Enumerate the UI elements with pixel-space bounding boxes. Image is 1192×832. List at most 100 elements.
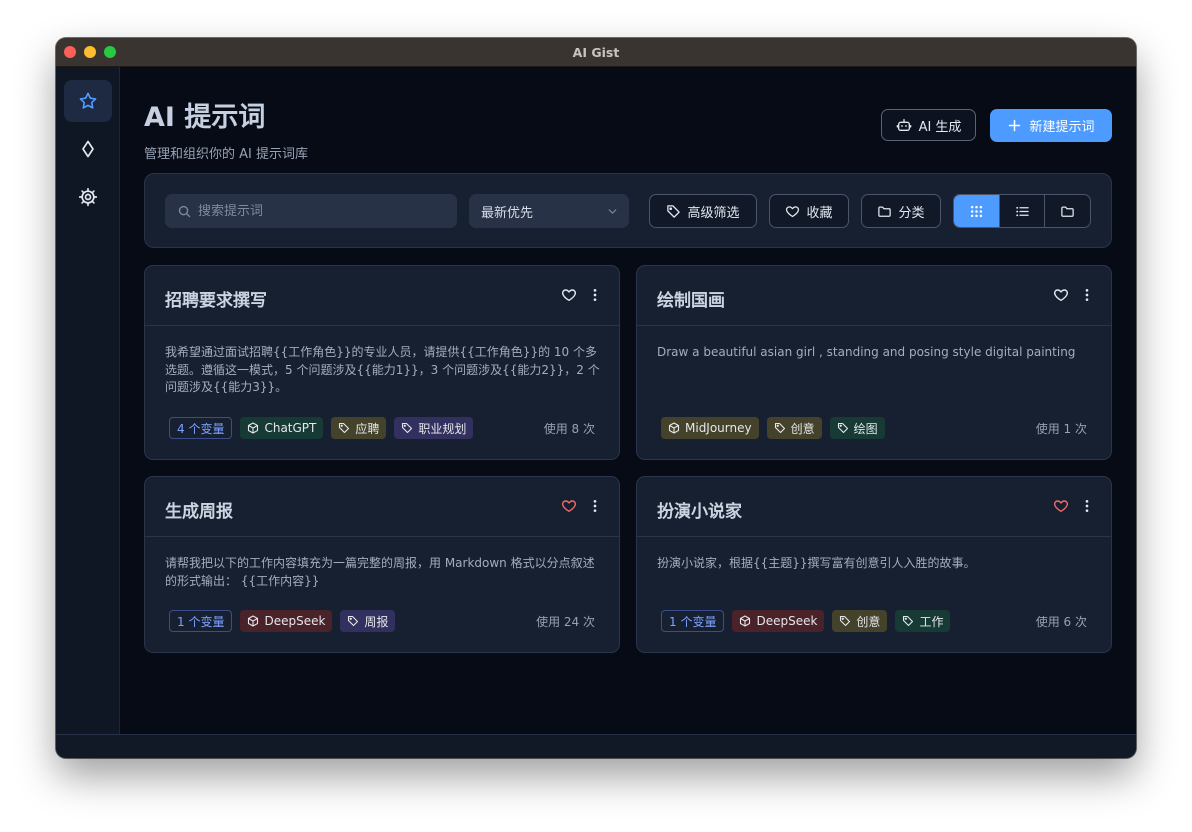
category-tag-label: 创意 bbox=[856, 614, 881, 629]
card-title: 招聘要求撰写 bbox=[165, 291, 267, 311]
model-tag: DeepSeek bbox=[732, 610, 825, 632]
ai-generate-label: AI 生成 bbox=[918, 119, 962, 135]
heart-icon[interactable] bbox=[1053, 498, 1069, 514]
gear-icon bbox=[78, 187, 98, 207]
more-vertical-icon[interactable] bbox=[587, 498, 603, 514]
heart-icon[interactable] bbox=[1053, 287, 1069, 303]
sort-select[interactable]: 最新优先 bbox=[469, 194, 629, 228]
category-tag-label: 绘图 bbox=[853, 421, 878, 436]
category-tag: 创意 bbox=[766, 417, 822, 439]
card-actions bbox=[561, 287, 603, 303]
card-title: 生成周报 bbox=[165, 502, 233, 522]
minimize-window-button[interactable] bbox=[84, 46, 96, 58]
cube-icon bbox=[668, 422, 680, 434]
favorites-filter-button[interactable]: 收藏 bbox=[769, 194, 849, 228]
variable-count-badge: 1 个变量 bbox=[661, 610, 725, 632]
prompt-card[interactable]: 生成周报 请帮我把以下的工作内容填充为一篇完整的周报，用 Markdown 格式… bbox=[144, 476, 620, 653]
more-vertical-icon[interactable] bbox=[1079, 498, 1095, 514]
prompt-card[interactable]: 绘制国画 Draw a beautiful asian girl , stand… bbox=[636, 265, 1112, 460]
cube-icon bbox=[247, 615, 259, 627]
category-tag-label: 应聘 bbox=[355, 421, 380, 436]
card-divider bbox=[637, 536, 1111, 537]
card-actions bbox=[1053, 287, 1095, 303]
card-tags: MidJourney 创意 绘图 bbox=[661, 417, 885, 439]
title-bar[interactable]: AI Gist bbox=[56, 38, 1136, 67]
tag-icon bbox=[666, 204, 681, 219]
category-tag: 绘图 bbox=[829, 417, 885, 439]
cube-icon bbox=[247, 422, 259, 434]
new-prompt-button[interactable]: 新建提示词 bbox=[990, 109, 1112, 142]
list-view-button[interactable] bbox=[998, 195, 1045, 227]
card-title: 绘制国画 bbox=[657, 291, 725, 311]
search-box[interactable] bbox=[165, 194, 457, 228]
sidebar-item-settings[interactable] bbox=[64, 176, 112, 218]
category-label: 分类 bbox=[898, 205, 925, 221]
model-tag: DeepSeek bbox=[240, 610, 333, 632]
usage-count: 使用 24 次 bbox=[536, 615, 595, 629]
sidebar-item-ai[interactable] bbox=[64, 128, 112, 170]
sort-value: 最新优先 bbox=[481, 205, 534, 221]
tag-icon bbox=[837, 422, 849, 434]
heart-icon[interactable] bbox=[561, 498, 577, 514]
status-bar bbox=[56, 734, 1136, 758]
prompt-card[interactable]: 招聘要求撰写 我希望通过面试招聘{{工作角色}}的专业人员，请提供{{工作角色}… bbox=[144, 265, 620, 460]
tag-icon bbox=[338, 422, 350, 434]
search-input[interactable] bbox=[198, 203, 448, 219]
card-title: 扮演小说家 bbox=[657, 502, 742, 522]
advanced-filter-button[interactable]: 高级筛选 bbox=[649, 194, 757, 228]
category-tag-label: 工作 bbox=[919, 614, 944, 629]
more-vertical-icon[interactable] bbox=[587, 287, 603, 303]
category-tag: 职业规划 bbox=[394, 417, 474, 439]
model-tag-label: MidJourney bbox=[685, 421, 752, 435]
card-tags: 4 个变量 ChatGPT 应聘 职业规划 bbox=[169, 417, 474, 439]
maximize-window-button[interactable] bbox=[104, 46, 116, 58]
sidebar bbox=[56, 67, 120, 734]
main-content: AI 提示词 管理和组织你的 AI 提示词库 AI 生成 新建提示词 最新优先 bbox=[120, 67, 1136, 734]
card-actions bbox=[561, 498, 603, 514]
usage-count: 使用 1 次 bbox=[1035, 422, 1087, 436]
model-tag-label: DeepSeek bbox=[756, 614, 818, 628]
favorites-label: 收藏 bbox=[806, 205, 833, 221]
prompt-card[interactable]: 扮演小说家 扮演小说家，根据{{主题}}撰写富有创意引人入胜的故事。 1 个变量… bbox=[636, 476, 1112, 653]
plus-icon bbox=[1007, 118, 1022, 133]
category-button[interactable]: 分类 bbox=[861, 194, 941, 228]
cube-icon bbox=[739, 615, 751, 627]
variable-count-badge: 1 个变量 bbox=[169, 610, 233, 632]
list-icon bbox=[1015, 204, 1030, 219]
usage-count: 使用 6 次 bbox=[1035, 615, 1087, 629]
category-tag-label: 职业规划 bbox=[418, 421, 467, 436]
model-tag: MidJourney bbox=[661, 417, 759, 439]
tag-icon bbox=[401, 422, 413, 434]
chevron-down-icon bbox=[606, 205, 619, 218]
page-title: AI 提示词 bbox=[144, 102, 266, 133]
grid-view-button[interactable] bbox=[954, 195, 999, 227]
folder-view-button[interactable] bbox=[1044, 195, 1090, 227]
view-mode-switcher bbox=[953, 194, 1091, 228]
card-divider bbox=[637, 325, 1111, 326]
card-divider bbox=[145, 536, 619, 537]
close-window-button[interactable] bbox=[64, 46, 76, 58]
tag-icon bbox=[902, 615, 914, 627]
tag-icon bbox=[839, 615, 851, 627]
robot-icon bbox=[896, 117, 912, 133]
model-tag-label: ChatGPT bbox=[264, 421, 317, 435]
app-window: AI Gist AI 提示词 管理和组织你的 AI 提示词库 AI 生成 新建提… bbox=[56, 38, 1136, 758]
window-title: AI Gist bbox=[572, 44, 620, 60]
more-vertical-icon[interactable] bbox=[1079, 287, 1095, 303]
card-divider bbox=[145, 325, 619, 326]
category-tag: 应聘 bbox=[331, 417, 387, 439]
card-description: Draw a beautiful asian girl , standing a… bbox=[657, 345, 1076, 359]
filter-toolbar: 最新优先 高级筛选 收藏 分类 bbox=[144, 173, 1112, 248]
card-tags: 1 个变量 DeepSeek 周报 bbox=[169, 610, 396, 632]
folder-icon bbox=[1060, 204, 1075, 219]
sidebar-item-prompts[interactable] bbox=[64, 80, 112, 122]
card-description: 扮演小说家，根据{{主题}}撰写富有创意引人入胜的故事。 bbox=[657, 556, 976, 570]
ai-generate-button[interactable]: AI 生成 bbox=[881, 109, 976, 141]
card-description: 我希望通过面试招聘{{工作角色}}的专业人员，请提供{{工作角色}}的 10 个… bbox=[165, 345, 600, 394]
category-tag: 周报 bbox=[340, 610, 396, 632]
category-tag: 创意 bbox=[832, 610, 888, 632]
new-prompt-label: 新建提示词 bbox=[1029, 120, 1095, 135]
heart-icon[interactable] bbox=[561, 287, 577, 303]
category-tag: 工作 bbox=[895, 610, 951, 632]
usage-count: 使用 8 次 bbox=[543, 422, 595, 436]
